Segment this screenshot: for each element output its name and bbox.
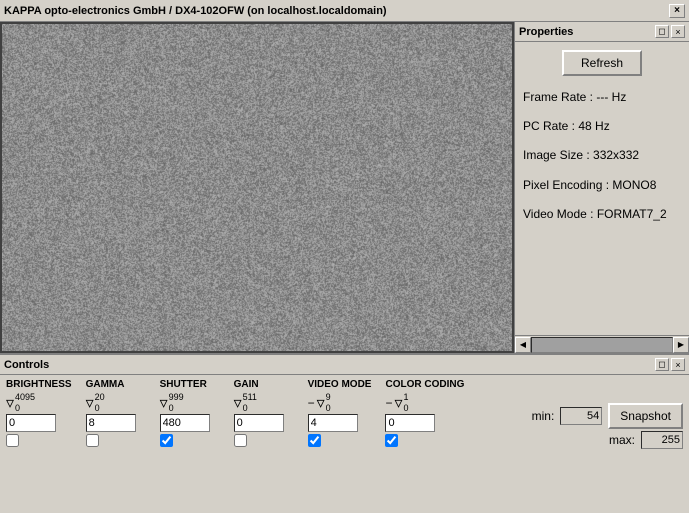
shutter-input[interactable] bbox=[160, 414, 210, 432]
gamma-slider-row: ▿ 20 0 bbox=[86, 392, 105, 414]
videomode-checkbox[interactable] bbox=[308, 434, 321, 447]
brightness-slider-row: ▿ 4095 0 bbox=[6, 392, 35, 414]
colorcoding-max: 1 bbox=[404, 392, 409, 403]
gamma-label: GAMMA bbox=[86, 379, 125, 390]
controls-restore-button[interactable]: ◻ bbox=[655, 358, 669, 371]
gain-max: 511 bbox=[243, 392, 257, 403]
shutter-values: 999 0 bbox=[169, 392, 184, 414]
scroll-left-button[interactable]: ◀ bbox=[515, 337, 531, 353]
brightness-values: 4095 0 bbox=[15, 392, 35, 414]
scroll-right-button[interactable]: ▶ bbox=[673, 337, 689, 353]
shutter-slider-icon: ▿ bbox=[160, 393, 168, 413]
title-bar: KAPPA opto-electronics GmbH / DX4-102OFW… bbox=[0, 0, 689, 22]
panel-window-controls: ◻ × bbox=[655, 25, 685, 38]
gain-group: GAIN ▿ 511 0 bbox=[234, 379, 294, 447]
pc-rate-row: PC Rate : 48 Hz bbox=[523, 113, 681, 140]
gain-input[interactable] bbox=[234, 414, 284, 432]
videomode-group: VIDEO MODE − ▿ 9 0 bbox=[308, 379, 372, 447]
brightness-checkbox[interactable] bbox=[6, 434, 19, 447]
colorcoding-minus-icon: − bbox=[385, 396, 392, 410]
videomode-input[interactable] bbox=[308, 414, 358, 432]
brightness-input[interactable] bbox=[6, 414, 56, 432]
brightness-min: 0 bbox=[15, 403, 35, 414]
videomode-slider-row: − ▿ 9 0 bbox=[308, 392, 331, 414]
refresh-button[interactable]: Refresh bbox=[562, 50, 642, 76]
colorcoding-min: 0 bbox=[404, 403, 409, 414]
properties-scrollbar: ◀ ▶ bbox=[515, 335, 689, 353]
panel-restore-button[interactable]: ◻ bbox=[655, 25, 669, 38]
controls-title-bar: Controls ◻ × bbox=[0, 355, 689, 375]
frame-rate-row: Frame Rate : --- Hz bbox=[523, 84, 681, 111]
brightness-slider-icon: ▿ bbox=[6, 393, 14, 413]
shutter-min: 0 bbox=[169, 403, 184, 414]
gamma-values: 20 0 bbox=[95, 392, 105, 414]
max-input[interactable] bbox=[641, 431, 683, 449]
gain-checkbox[interactable] bbox=[234, 434, 247, 447]
gain-min: 0 bbox=[243, 403, 257, 414]
gamma-min: 0 bbox=[95, 403, 105, 414]
gamma-max: 20 bbox=[95, 392, 105, 403]
videomode-slider-icon: ▿ bbox=[317, 393, 325, 413]
properties-panel: Properties ◻ × Refresh Frame Rate : --- … bbox=[514, 22, 689, 353]
gain-values: 511 0 bbox=[243, 392, 257, 414]
properties-content: Refresh Frame Rate : --- Hz PC Rate : 48… bbox=[515, 42, 689, 236]
min-input[interactable] bbox=[560, 407, 602, 425]
brightness-group: BRIGHTNESS ▿ 4095 0 bbox=[6, 379, 72, 447]
gain-label: GAIN bbox=[234, 379, 259, 390]
gamma-slider-icon: ▿ bbox=[86, 393, 94, 413]
colorcoding-slider-row: − ▿ 1 0 bbox=[385, 392, 408, 414]
camera-view bbox=[0, 22, 514, 353]
pixel-encoding-row: Pixel Encoding : MONO8 bbox=[523, 172, 681, 199]
colorcoding-label: COLOR CODING bbox=[385, 379, 464, 390]
properties-title-bar: Properties ◻ × bbox=[515, 22, 689, 42]
controls-inner: BRIGHTNESS ▿ 4095 0 GAMMA ▿ 20 0 bbox=[0, 375, 689, 449]
main-layout: Properties ◻ × Refresh Frame Rate : --- … bbox=[0, 22, 689, 353]
colorcoding-values: 1 0 bbox=[404, 392, 409, 414]
close-button[interactable]: × bbox=[669, 4, 685, 18]
shutter-checkbox[interactable] bbox=[160, 434, 173, 447]
colorcoding-input[interactable] bbox=[385, 414, 435, 432]
colorcoding-group: COLOR CODING − ▿ 1 0 bbox=[385, 379, 464, 447]
shutter-max: 999 bbox=[169, 392, 184, 403]
shutter-label: SHUTTER bbox=[160, 379, 207, 390]
min-label: min: bbox=[524, 409, 554, 423]
min-row: min: Snapshot bbox=[524, 403, 683, 429]
videomode-minus-icon: − bbox=[308, 396, 315, 410]
videomode-label: VIDEO MODE bbox=[308, 379, 372, 390]
controls-close-button[interactable]: × bbox=[671, 358, 685, 371]
window-title: KAPPA opto-electronics GmbH / DX4-102OFW… bbox=[4, 5, 387, 17]
gain-slider-icon: ▿ bbox=[234, 393, 242, 413]
gamma-group: GAMMA ▿ 20 0 bbox=[86, 379, 146, 447]
panel-close-button[interactable]: × bbox=[671, 25, 685, 38]
videomode-min: 0 bbox=[326, 403, 331, 414]
brightness-label: BRIGHTNESS bbox=[6, 379, 72, 390]
gamma-checkbox[interactable] bbox=[86, 434, 99, 447]
max-label: max: bbox=[605, 433, 635, 447]
max-row: max: bbox=[605, 431, 683, 449]
shutter-group: SHUTTER ▿ 999 0 bbox=[160, 379, 220, 447]
controls-title: Controls bbox=[4, 359, 49, 371]
snapshot-button[interactable]: Snapshot bbox=[608, 403, 683, 429]
scrollbar-track[interactable] bbox=[531, 337, 673, 353]
controls-panel: Controls ◻ × BRIGHTNESS ▿ 4095 0 GAMMA ▿ bbox=[0, 353, 689, 513]
videomode-max: 9 bbox=[326, 392, 331, 403]
video-mode-row: Video Mode : FORMAT7_2 bbox=[523, 201, 681, 228]
gamma-input[interactable] bbox=[86, 414, 136, 432]
image-size-row: Image Size : 332x332 bbox=[523, 142, 681, 169]
videomode-values: 9 0 bbox=[326, 392, 331, 414]
minmax-snapshot-section: min: Snapshot max: bbox=[524, 379, 683, 449]
properties-title: Properties bbox=[519, 26, 573, 38]
colorcoding-checkbox[interactable] bbox=[385, 434, 398, 447]
gain-slider-row: ▿ 511 0 bbox=[234, 392, 257, 414]
camera-canvas bbox=[2, 24, 512, 351]
shutter-slider-row: ▿ 999 0 bbox=[160, 392, 184, 414]
colorcoding-slider-icon: ▿ bbox=[394, 393, 402, 413]
brightness-max: 4095 bbox=[15, 392, 35, 403]
controls-window-controls: ◻ × bbox=[655, 358, 685, 371]
